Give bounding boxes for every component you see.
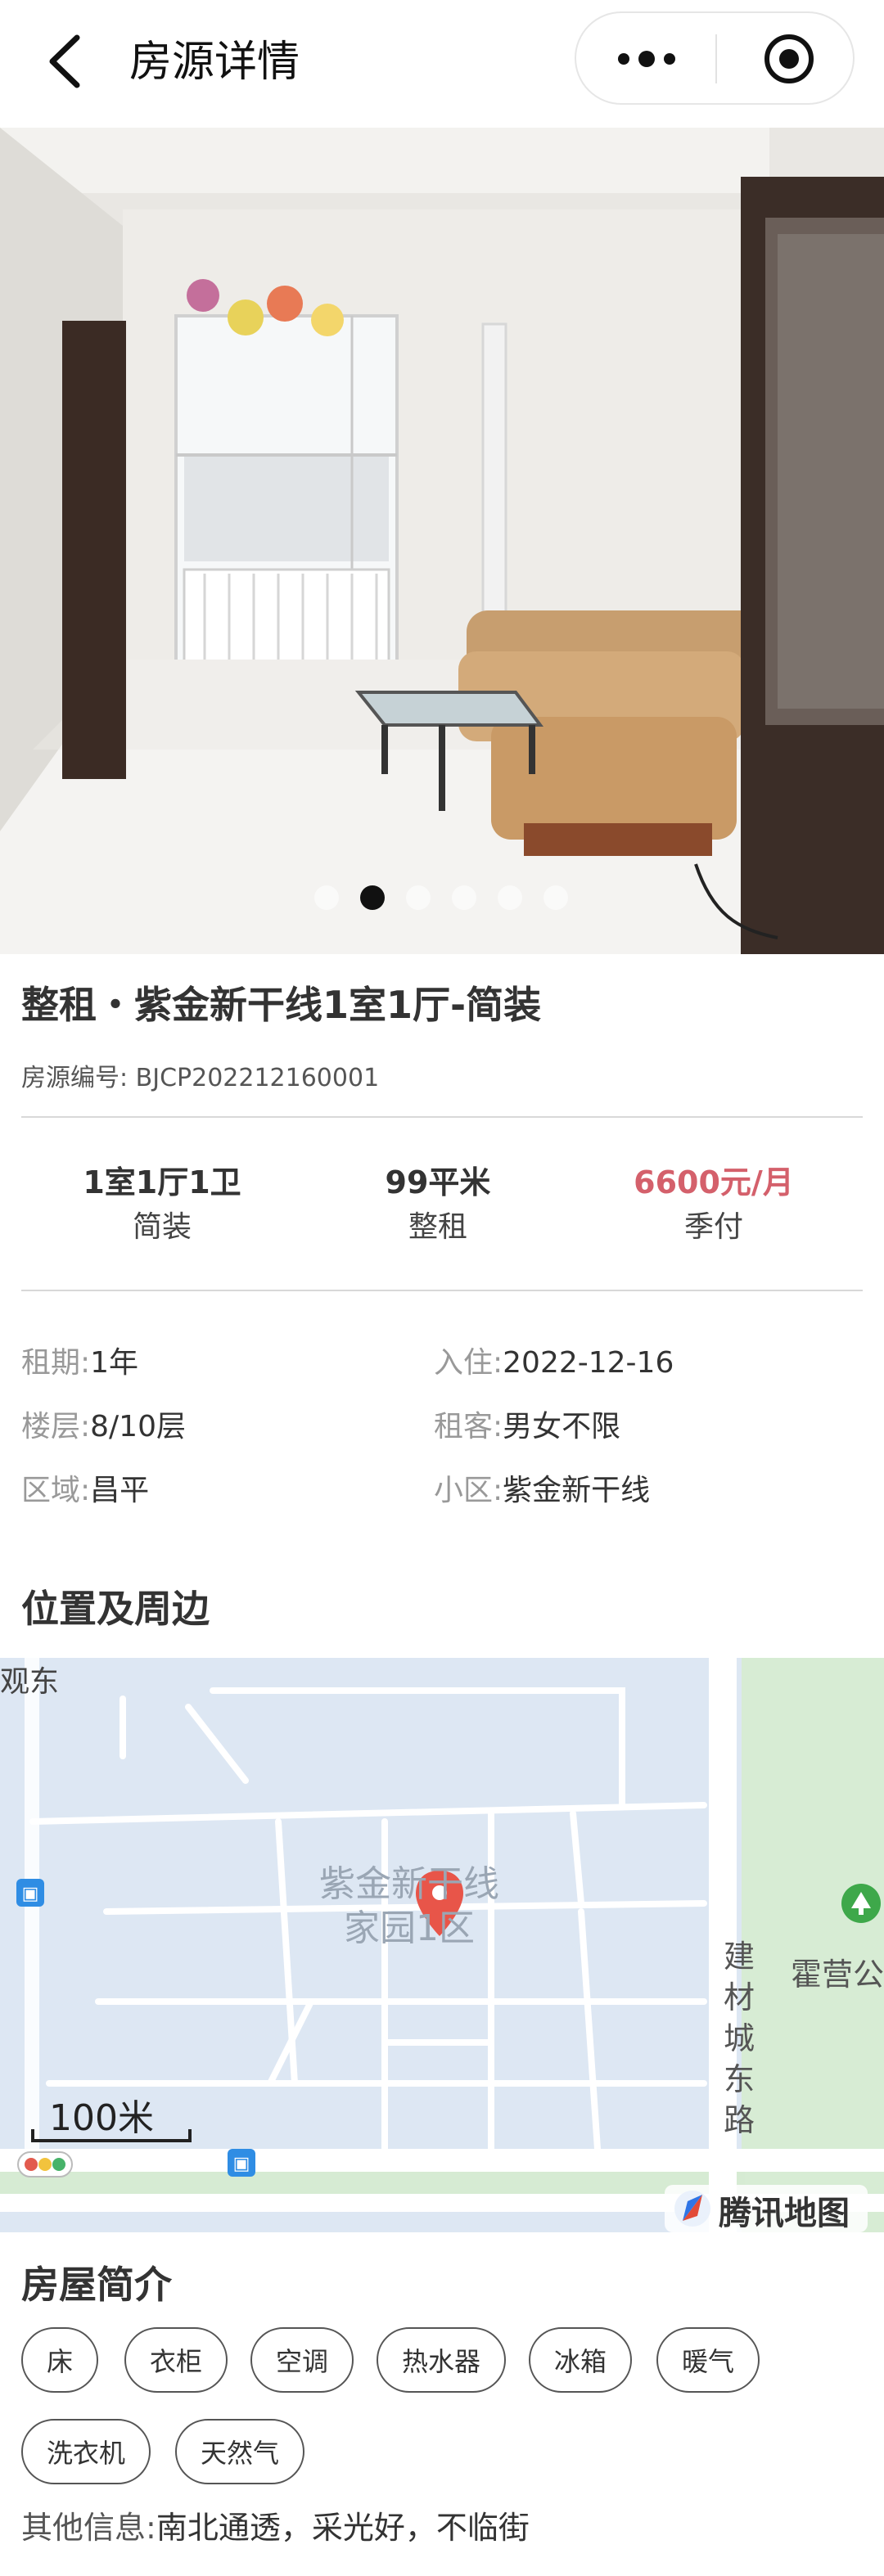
close-target-icon[interactable] — [763, 33, 815, 85]
tag-waterheater: 热水器 — [377, 2327, 506, 2393]
pagination-dot[interactable] — [543, 885, 568, 910]
info-value: 紫金新干线 — [503, 1474, 651, 1507]
pagination-dot[interactable] — [314, 885, 339, 910]
map-place-label: 霍营公 — [791, 1957, 884, 1993]
divider — [21, 1116, 863, 1118]
map-poi-line: 家园1区 — [344, 1907, 475, 1949]
divider — [21, 1290, 863, 1291]
tag-wardrobe: 衣柜 — [124, 2327, 228, 2393]
listing-title: 整租・紫金新干线1室1厅-简装 — [21, 983, 542, 1027]
location-map[interactable]: ▣ ▣ 紫金新干线 家园1区 建材城东路 霍营公 观东 100米 腾讯地图 — [0, 1658, 884, 2232]
stat-sub: 整租 — [408, 1210, 467, 1244]
tag-gas: 天然气 — [175, 2419, 304, 2484]
nav-bar: 房源详情 — [0, 0, 884, 128]
other-info: 其他信息:南北通透，采光好，不临街 — [21, 2502, 530, 2547]
photo-gallery[interactable] — [0, 128, 884, 954]
other-info-label: 其他信息: — [21, 2510, 156, 2546]
info-value: 1年 — [90, 1346, 139, 1380]
map-poi-label: 紫金新干线 家园1区 — [278, 1862, 540, 1951]
stat-value: 1室1厅1卫 — [83, 1164, 241, 1200]
info-tenant: 租客:男女不限 — [434, 1406, 620, 1448]
svg-text:▣: ▣ — [233, 2153, 250, 2173]
map-brand-label: 腾讯地图 — [719, 2195, 850, 2232]
stat-sub: 简装 — [132, 1210, 192, 1244]
stat-area: 99平米 整租 — [315, 1160, 561, 1250]
info-community: 小区:紫金新干线 — [434, 1470, 650, 1512]
svg-text:▣: ▣ — [22, 1883, 39, 1903]
map-scale-label: 100米 — [49, 2097, 154, 2139]
tag-washer: 洗衣机 — [21, 2419, 151, 2484]
stat-sub: 季付 — [683, 1210, 743, 1244]
gallery-pagination — [314, 885, 568, 910]
info-label: 租客: — [434, 1410, 503, 1443]
map-road-label: 建材城东路 — [724, 1939, 755, 2138]
info-movein: 入住:2022-12-16 — [434, 1342, 674, 1385]
map-place-label: 观东 — [0, 1665, 60, 1699]
tag-aircon: 空调 — [250, 2327, 354, 2393]
mini-program-capsule — [575, 11, 855, 105]
stat-value: 99平米 — [385, 1164, 491, 1200]
pagination-dot[interactable] — [452, 885, 476, 910]
stat-layout: 1室1厅1卫 简装 — [39, 1160, 285, 1250]
listing-code: 房源编号: BJCP202212160001 — [21, 1064, 380, 1092]
page-title: 房源详情 — [129, 38, 300, 87]
pagination-dot-active[interactable] — [360, 885, 385, 910]
back-arrow-icon[interactable] — [43, 33, 92, 90]
capsule-divider — [715, 34, 717, 83]
pagination-dot[interactable] — [406, 885, 431, 910]
map-poi-line: 紫金新干线 — [319, 1863, 499, 1905]
pagination-dot[interactable] — [498, 885, 522, 910]
room-photo — [0, 128, 884, 954]
tag-fridge: 冰箱 — [529, 2327, 632, 2393]
stat-price: 6600元/月 季付 — [591, 1160, 837, 1250]
intro-title: 房屋简介 — [21, 2263, 172, 2307]
info-value: 2022-12-16 — [503, 1346, 674, 1380]
info-area: 区域:昌平 — [21, 1470, 149, 1512]
location-title: 位置及周边 — [21, 1587, 210, 1631]
info-lease: 租期:1年 — [21, 1342, 138, 1385]
info-label: 区域: — [21, 1474, 91, 1507]
info-label: 楼层: — [21, 1410, 91, 1443]
info-label: 租期: — [21, 1346, 91, 1380]
info-floor: 楼层:8/10层 — [21, 1406, 186, 1448]
info-value: 男女不限 — [503, 1410, 621, 1443]
info-value: 8/10层 — [90, 1410, 186, 1443]
info-value: 昌平 — [90, 1474, 150, 1507]
info-label: 小区: — [434, 1474, 503, 1507]
more-icon[interactable] — [614, 43, 679, 75]
info-label: 入住: — [434, 1346, 503, 1380]
tag-heating: 暖气 — [656, 2327, 760, 2393]
price-value: 6600元/月 — [634, 1164, 794, 1200]
other-info-value: 南北通透，采光好，不临街 — [156, 2510, 530, 2546]
tag-bed: 床 — [21, 2327, 98, 2393]
